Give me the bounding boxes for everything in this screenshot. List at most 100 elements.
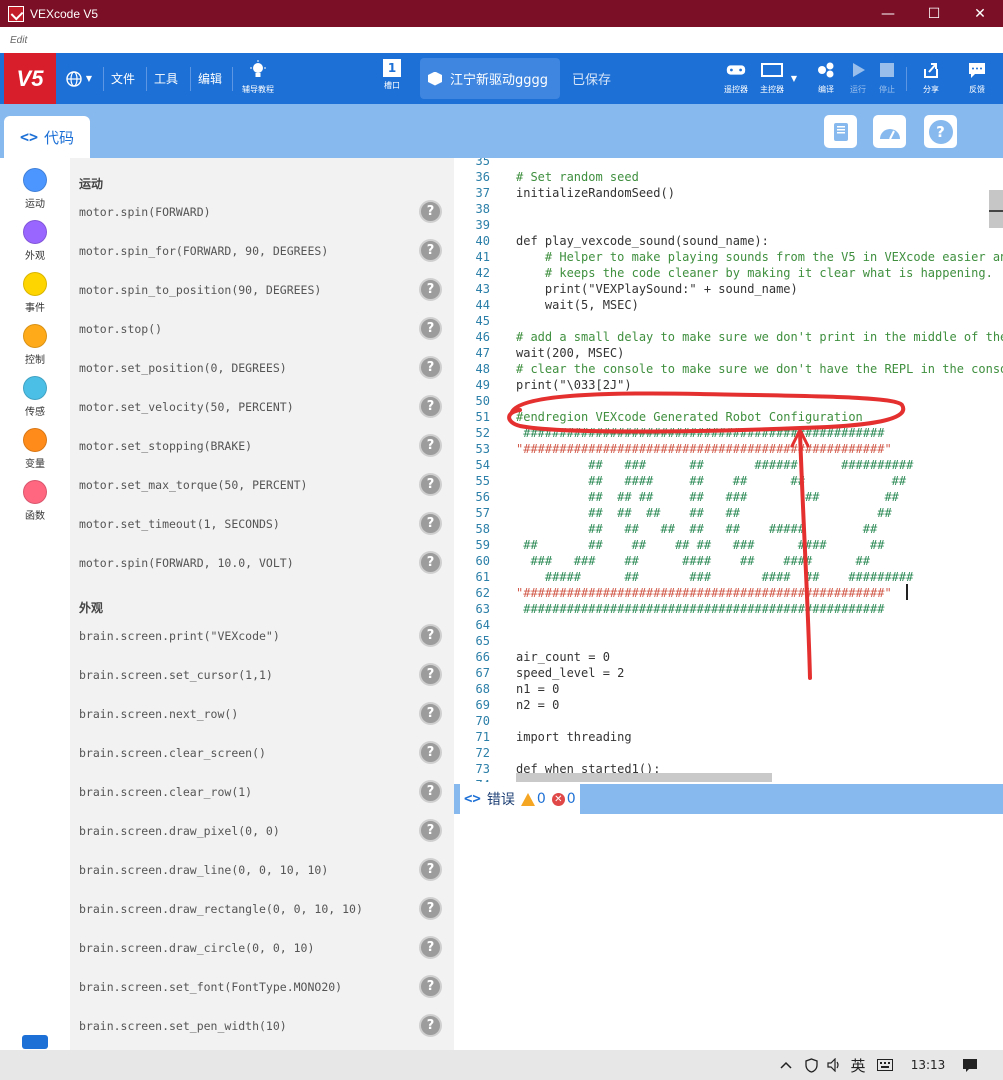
help-icon[interactable]: ? bbox=[419, 395, 442, 418]
errors-tab[interactable]: <> 错误 0 ✕ 0 bbox=[460, 784, 580, 814]
code-line[interactable]: 53 "#####################################… bbox=[454, 441, 1003, 457]
editor-horizontal-scrollbar[interactable] bbox=[516, 773, 772, 782]
run-button[interactable]: 运行 bbox=[844, 59, 872, 95]
help-icon[interactable]: ? bbox=[419, 702, 442, 725]
tutorials-button[interactable]: 辅导教程 bbox=[238, 59, 278, 95]
palette-item[interactable]: motor.set_position(0, DEGREES)? bbox=[79, 353, 445, 383]
code-line[interactable]: 59 ## ## ## ## ## ### #### ## bbox=[454, 537, 1003, 553]
code-line[interactable]: 64 bbox=[454, 617, 1003, 633]
slot-button[interactable]: 1 槽口 bbox=[378, 59, 406, 91]
code-editor[interactable]: 35 36 # Set random seed 37 initializeRandomS… bbox=[454, 158, 1003, 782]
code-line[interactable]: 37 initializeRandomSeed() bbox=[454, 185, 1003, 201]
help-icon[interactable]: ? bbox=[419, 317, 442, 340]
palette-item[interactable]: brain.screen.draw_rectangle(0, 0, 10, 10… bbox=[79, 894, 445, 924]
help-icon[interactable]: ? bbox=[419, 200, 442, 223]
palette-item[interactable]: motor.spin_for(FORWARD, 90, DEGREES)? bbox=[79, 236, 445, 266]
category-5[interactable]: 变量 bbox=[0, 428, 70, 470]
code-line[interactable]: 66 air_count = 0 bbox=[454, 649, 1003, 665]
volume-icon[interactable] bbox=[824, 1050, 846, 1080]
palette-item[interactable]: motor.stop()? bbox=[79, 314, 445, 344]
code-line[interactable]: 63 #####################################… bbox=[454, 601, 1003, 617]
palette-item[interactable]: brain.screen.set_cursor(1,1)? bbox=[79, 660, 445, 690]
code-line[interactable]: 62 "#####################################… bbox=[454, 585, 1003, 601]
code-line[interactable]: 48 # clear the console to make sure we do… bbox=[454, 361, 1003, 377]
help-button[interactable]: ? bbox=[924, 115, 957, 148]
code-line[interactable]: 52 #####################################… bbox=[454, 425, 1003, 441]
category-6[interactable]: 函数 bbox=[0, 480, 70, 522]
build-button[interactable]: 编译 bbox=[812, 59, 840, 95]
help-icon[interactable]: ? bbox=[419, 551, 442, 574]
palette-item[interactable]: brain.screen.clear_screen()? bbox=[79, 738, 445, 768]
help-icon[interactable]: ? bbox=[419, 780, 442, 803]
help-icon[interactable]: ? bbox=[419, 278, 442, 301]
code-line[interactable]: 60 ### ### ## #### ## #### ## bbox=[454, 553, 1003, 569]
category-4[interactable]: 传感 bbox=[0, 376, 70, 418]
code-line[interactable]: 44 wait(5, MSEC) bbox=[454, 297, 1003, 313]
help-icon[interactable]: ? bbox=[419, 434, 442, 457]
shield-icon[interactable] bbox=[800, 1050, 822, 1080]
code-line[interactable]: 56 ## ## ## ## ### ## ## bbox=[454, 489, 1003, 505]
palette-item[interactable]: motor.set_velocity(50, PERCENT)? bbox=[79, 392, 445, 422]
stop-button[interactable]: 停止 bbox=[873, 59, 901, 95]
code-line[interactable]: 46 # add a small delay to make sure we do… bbox=[454, 329, 1003, 345]
help-icon[interactable]: ? bbox=[419, 239, 442, 262]
code-line[interactable]: 42 # keeps the code cleaner by making it… bbox=[454, 265, 1003, 281]
code-line[interactable]: 36 # Set random seed bbox=[454, 169, 1003, 185]
code-line[interactable]: 71 import threading bbox=[454, 729, 1003, 745]
help-icon[interactable]: ? bbox=[419, 819, 442, 842]
help-icon[interactable]: ? bbox=[419, 624, 442, 647]
tab-code[interactable]: <> 代码 bbox=[4, 116, 90, 158]
editor-vertical-scrollbar[interactable] bbox=[989, 190, 1003, 228]
code-line[interactable]: 68 n1 = 0 bbox=[454, 681, 1003, 697]
input-language[interactable]: 英 bbox=[846, 1050, 870, 1080]
menu-tools[interactable]: 工具 bbox=[149, 53, 183, 104]
palette-item[interactable]: motor.spin(FORWARD, 10.0, VOLT)? bbox=[79, 548, 445, 578]
chevron-up-icon[interactable] bbox=[776, 1050, 796, 1080]
category-2[interactable]: 事件 bbox=[0, 272, 70, 314]
palette-item[interactable]: brain.screen.print("VEXcode")? bbox=[79, 621, 445, 651]
code-line[interactable]: 43 print("VEXPlaySound:" + sound_name) bbox=[454, 281, 1003, 297]
code-line[interactable]: 54 ## ### ## ###### ########## bbox=[454, 457, 1003, 473]
code-line[interactable]: 69 n2 = 0 bbox=[454, 697, 1003, 713]
brain-chevron-down-icon[interactable]: ▼ bbox=[787, 53, 801, 104]
palette-item[interactable]: motor.spin_to_position(90, DEGREES)? bbox=[79, 275, 445, 305]
palette-item[interactable]: brain.screen.set_pen_width(10)? bbox=[79, 1011, 445, 1041]
palette-item[interactable]: motor.set_max_torque(50, PERCENT)? bbox=[79, 470, 445, 500]
help-icon[interactable]: ? bbox=[419, 936, 442, 959]
clock-time[interactable]: 13:13 bbox=[905, 1050, 951, 1080]
close-button[interactable]: ✕ bbox=[957, 0, 1003, 27]
menu-edit[interactable]: Edit bbox=[10, 35, 27, 46]
maximize-button[interactable]: ☐ bbox=[911, 0, 957, 27]
category-1[interactable]: 外观 bbox=[0, 220, 70, 262]
code-line[interactable]: 41 # Helper to make playing sounds from … bbox=[454, 249, 1003, 265]
code-line[interactable]: 72 bbox=[454, 745, 1003, 761]
help-icon[interactable]: ? bbox=[419, 858, 442, 881]
code-line[interactable]: 51 #endregion VEXcode Generated Robot Con… bbox=[454, 409, 1003, 425]
help-icon[interactable]: ? bbox=[419, 897, 442, 920]
code-line[interactable]: 67 speed_level = 2 bbox=[454, 665, 1003, 681]
palette-item[interactable]: brain.screen.clear_row(1)? bbox=[79, 777, 445, 807]
menu-edit-cn[interactable]: 编辑 bbox=[193, 53, 227, 104]
help-icon[interactable]: ? bbox=[419, 975, 442, 998]
help-icon[interactable]: ? bbox=[419, 473, 442, 496]
code-line[interactable]: 70 bbox=[454, 713, 1003, 729]
ime-icon[interactable] bbox=[874, 1050, 896, 1080]
help-icon[interactable]: ? bbox=[419, 663, 442, 686]
palette-item[interactable]: motor.set_timeout(1, SECONDS)? bbox=[79, 509, 445, 539]
dashboard-button[interactable] bbox=[873, 115, 906, 148]
devices-button[interactable] bbox=[824, 115, 857, 148]
help-icon[interactable]: ? bbox=[419, 356, 442, 379]
code-line[interactable]: 50 bbox=[454, 393, 1003, 409]
code-line[interactable]: 40 def play_vexcode_sound(sound_name): bbox=[454, 233, 1003, 249]
palette-item[interactable]: brain.screen.draw_line(0, 0, 10, 10)? bbox=[79, 855, 445, 885]
code-line[interactable]: 38 bbox=[454, 201, 1003, 217]
palette-item[interactable]: motor.spin(FORWARD)? bbox=[79, 197, 445, 227]
code-line[interactable]: 65 bbox=[454, 633, 1003, 649]
book-icon[interactable] bbox=[22, 1035, 48, 1049]
code-line[interactable]: 58 ## ## ## ## ## ##### ## bbox=[454, 521, 1003, 537]
palette-item[interactable]: brain.screen.draw_pixel(0, 0)? bbox=[79, 816, 445, 846]
notification-icon[interactable] bbox=[956, 1050, 984, 1080]
code-line[interactable]: 57 ## ## ## ## ## ## bbox=[454, 505, 1003, 521]
palette-item[interactable]: motor.set_stopping(BRAKE)? bbox=[79, 431, 445, 461]
category-0[interactable]: 运动 bbox=[0, 168, 70, 210]
